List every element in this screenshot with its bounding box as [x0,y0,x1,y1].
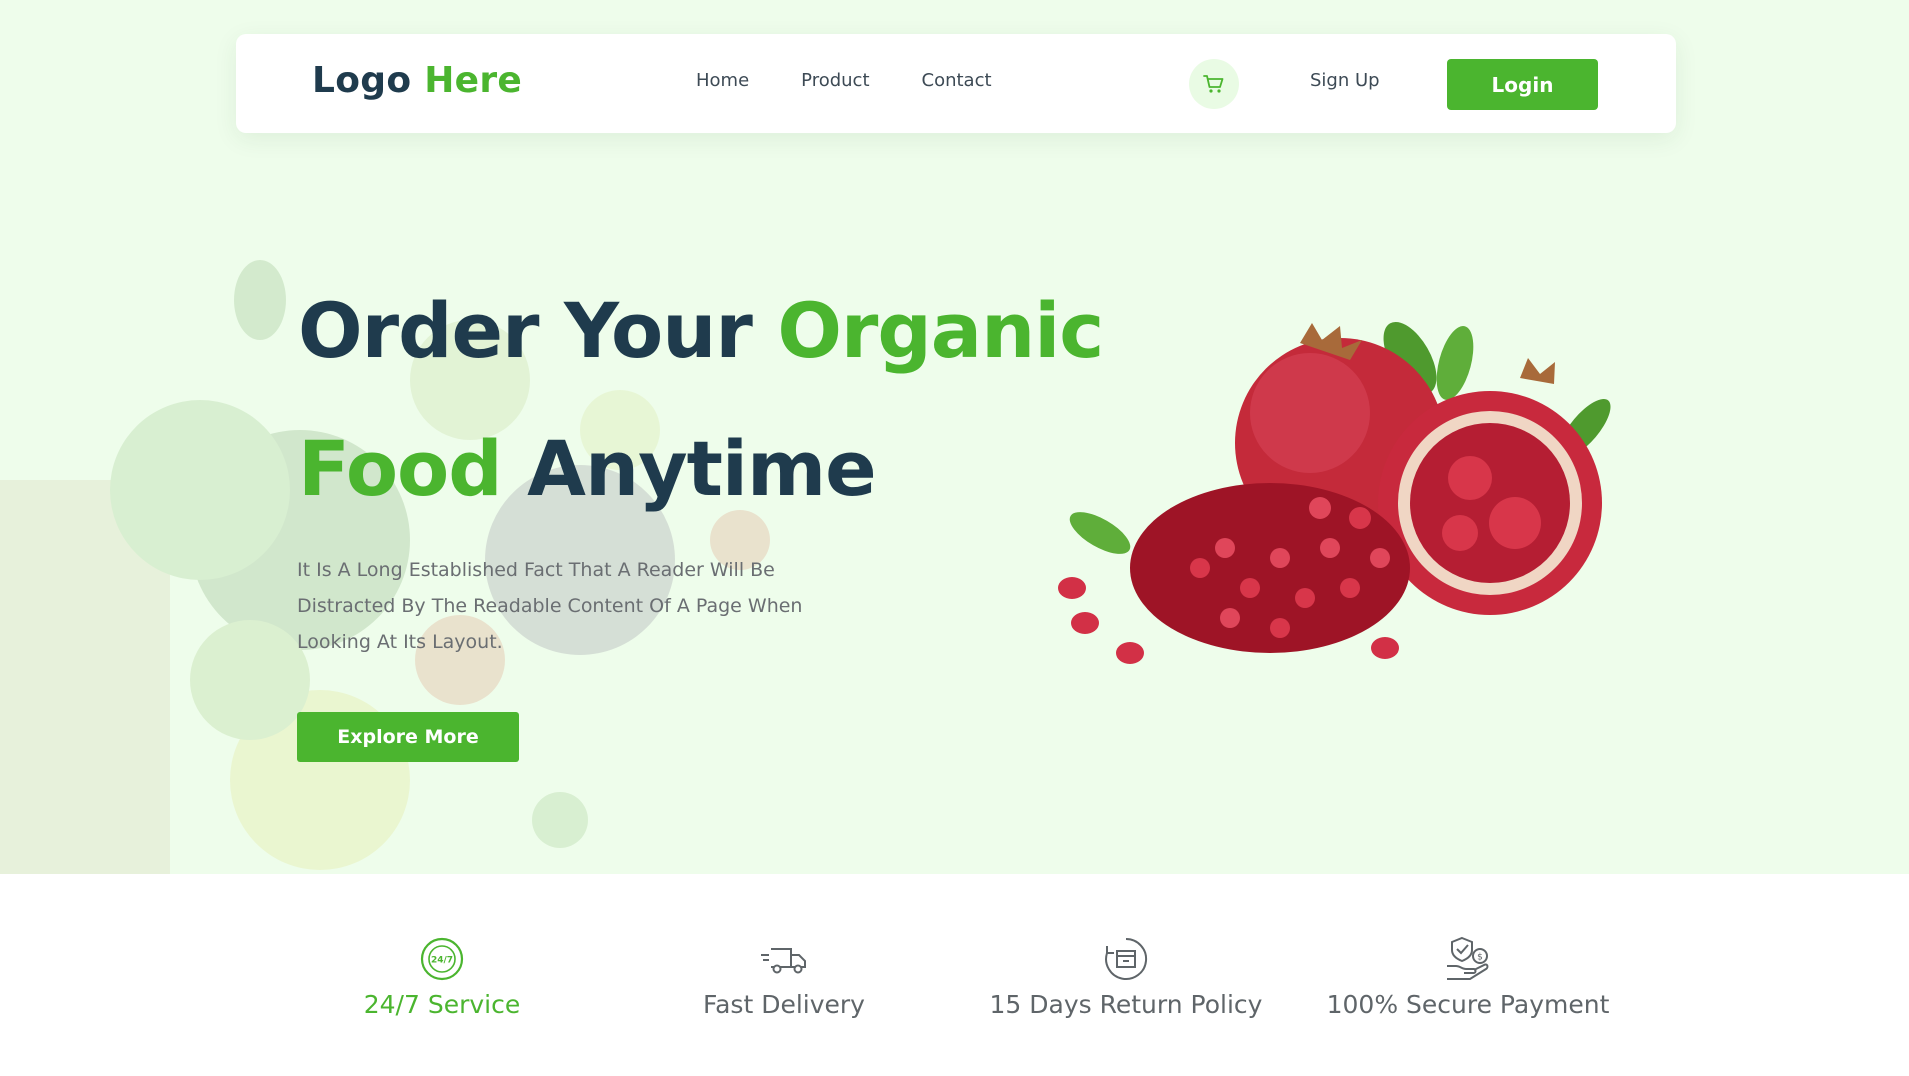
cart-button[interactable] [1189,59,1239,109]
nav-links: Home Product Contact [696,70,992,91]
logo-text-green: Here [424,60,523,101]
headline-order-your: Order Your [298,286,753,375]
headline-anytime: Anytime [527,424,877,513]
top-navbar: Logo Here Home Product Contact Sign Up L… [236,34,1676,133]
feature-label: Fast Delivery [703,990,865,1019]
logo-text-dark: Logo [312,60,412,101]
feature-return-policy: 15 Days Return Policy [966,934,1286,1019]
nav-link-home[interactable]: Home [696,70,749,91]
feature-secure-payment: $ 100% Secure Payment [1308,934,1628,1019]
pomegranate-image [1058,321,1611,664]
feature-fast-delivery: Fast Delivery [624,934,944,1019]
feature-label: 100% Secure Payment [1326,990,1610,1019]
hero-section: Logo Here Home Product Contact Sign Up L… [0,0,1909,874]
cart-icon [1203,75,1224,93]
svg-text:$: $ [1477,953,1483,963]
clock-24-7-icon: 24/7 [420,937,464,981]
signup-link[interactable]: Sign Up [1310,70,1380,91]
nav-link-product[interactable]: Product [801,70,869,91]
explore-more-button[interactable]: Explore More [297,712,519,762]
hero-headline: Order Your Organic Food Anytime [298,262,1118,538]
feature-label: 15 Days Return Policy [989,990,1263,1019]
hero-description: It Is A Long Established Fact That A Rea… [297,559,803,653]
feature-24-7-service: 24/7 24/7 Service [282,934,602,1019]
logo[interactable]: Logo Here [312,60,522,101]
svg-text:24/7: 24/7 [431,956,453,966]
nav-link-contact[interactable]: Contact [922,70,992,91]
feature-label: 24/7 Service [363,990,521,1019]
headline-food: Food [298,424,503,513]
features-bar: 24/7 24/7 Service Fast Delivery 15 Days … [0,874,1909,1076]
delivery-truck-icon [761,948,806,974]
login-button[interactable]: Login [1447,59,1598,110]
secure-payment-icon: $ [1447,936,1489,980]
return-box-icon [1105,937,1148,980]
